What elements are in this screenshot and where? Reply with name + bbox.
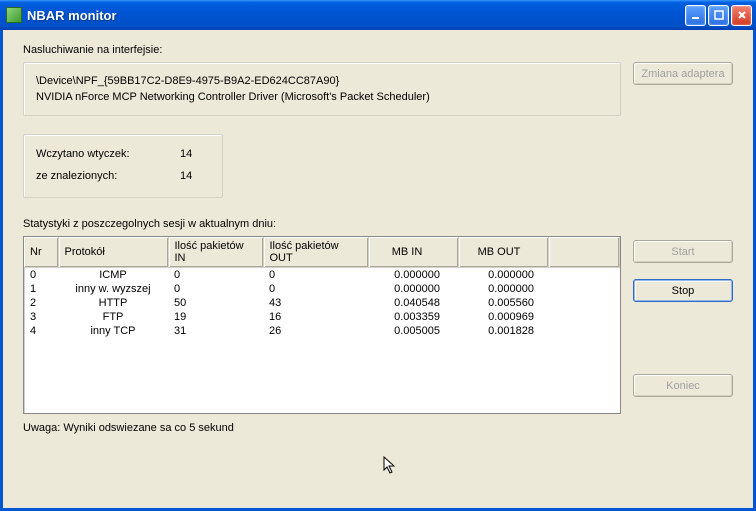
table-row[interactable]: 1inny w. wyzszej000.0000000.000000 <box>24 282 620 296</box>
change-adapter-button[interactable]: Zmiana adaptera <box>633 62 733 85</box>
titlebar: NBAR monitor <box>0 0 756 30</box>
minimize-button[interactable] <box>685 5 706 26</box>
mouse-cursor-icon <box>383 456 399 476</box>
plugins-loaded-label: Wczytano wtyczek: <box>36 148 130 160</box>
refresh-note: Uwaga: Wyniki odswiezane sa co 5 sekund <box>23 422 733 434</box>
interface-box: \Device\NPF_{59BB17C2-D8E9-4975-B9A2-ED6… <box>23 62 621 116</box>
maximize-button[interactable] <box>708 5 729 26</box>
col-mb-out[interactable]: MB OUT <box>458 237 548 268</box>
table-row[interactable]: 0ICMP000.0000000.000000 <box>24 268 620 283</box>
col-nr[interactable]: Nr <box>24 237 58 268</box>
window-title: NBAR monitor <box>27 8 685 23</box>
plugins-box: Wczytano wtyczek: 14 ze znalezionych: 14 <box>23 134 223 198</box>
stats-label: Statystyki z poszczegolnych sesji w aktu… <box>23 218 733 230</box>
stats-table[interactable]: Nr Protokół Ilość pakietów IN Ilość paki… <box>23 236 621 414</box>
col-pkt-in[interactable]: Ilość pakietów IN <box>168 237 263 268</box>
table-header-row: Nr Protokół Ilość pakietów IN Ilość paki… <box>24 237 620 268</box>
plugins-found-label: ze znalezionych: <box>36 170 117 182</box>
start-button[interactable]: Start <box>633 240 733 263</box>
col-mb-in[interactable]: MB IN <box>368 237 458 268</box>
plugins-loaded-value: 14 <box>180 148 210 160</box>
col-filler <box>548 237 620 268</box>
interface-device: \Device\NPF_{59BB17C2-D8E9-4975-B9A2-ED6… <box>36 73 608 89</box>
close-button[interactable] <box>731 5 752 26</box>
end-button[interactable]: Koniec <box>633 374 733 397</box>
stop-button[interactable]: Stop <box>633 279 733 302</box>
table-row[interactable]: 3FTP19160.0033590.000969 <box>24 310 620 324</box>
interface-label: Nasluchiwanie na interfejsie: <box>23 44 733 56</box>
table-row[interactable]: 2HTTP50430.0405480.005560 <box>24 296 620 310</box>
interface-driver: NVIDIA nForce MCP Networking Controller … <box>36 89 608 105</box>
col-pkt-out[interactable]: Ilość pakietów OUT <box>263 237 368 268</box>
plugins-found-value: 14 <box>180 170 210 182</box>
table-row[interactable]: 4inny TCP31260.0050050.001828 <box>24 324 620 338</box>
app-icon <box>6 7 22 23</box>
col-protocol[interactable]: Protokół <box>58 237 168 268</box>
